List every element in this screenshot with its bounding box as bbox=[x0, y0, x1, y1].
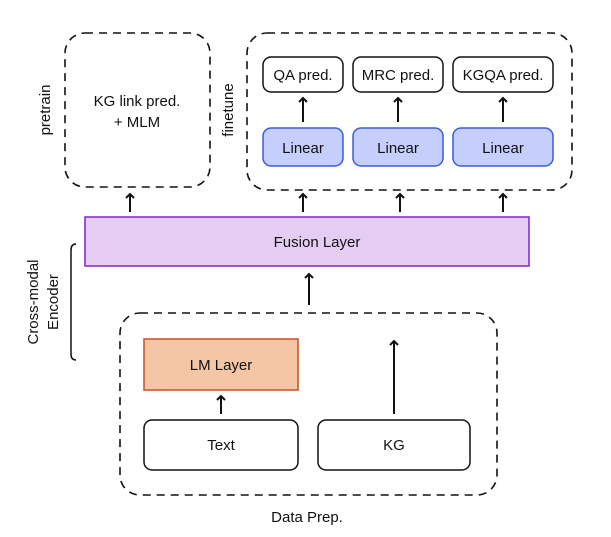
data-prep-label: Data Prep. bbox=[271, 509, 343, 526]
pretrain-task-line2: + MLM bbox=[114, 114, 160, 131]
pretrain-task-line1: KG link pred. bbox=[94, 93, 181, 110]
pretrain-label: pretrain bbox=[37, 85, 54, 136]
kgqa-pred-label: KGQA pred. bbox=[463, 67, 544, 84]
fusion-layer-label: Fusion Layer bbox=[274, 234, 361, 251]
linear-label: Linear bbox=[482, 140, 524, 157]
mrc-pred-label: MRC pred. bbox=[362, 67, 435, 84]
encoder-label-line2: Encoder bbox=[45, 274, 62, 330]
text-label: Text bbox=[207, 437, 235, 454]
lm-layer-label: LM Layer bbox=[190, 357, 253, 374]
qa-pred-label: QA pred. bbox=[273, 67, 332, 84]
head-qa: QA pred. Linear bbox=[262, 56, 344, 167]
pretrain-group bbox=[64, 32, 211, 188]
kg-label: KG bbox=[383, 437, 405, 454]
finetune-label: finetune bbox=[220, 83, 237, 136]
head-mrc: MRC pred. Linear bbox=[352, 56, 444, 167]
head-kgqa: KGQA pred. Linear bbox=[452, 56, 554, 167]
diagram: pretrain KG link pred. + MLM finetune QA… bbox=[25, 32, 573, 526]
encoder-label-line1: Cross-modal bbox=[25, 259, 42, 344]
linear-label: Linear bbox=[377, 140, 419, 157]
linear-label: Linear bbox=[282, 140, 324, 157]
encoder-bracket bbox=[70, 243, 77, 361]
